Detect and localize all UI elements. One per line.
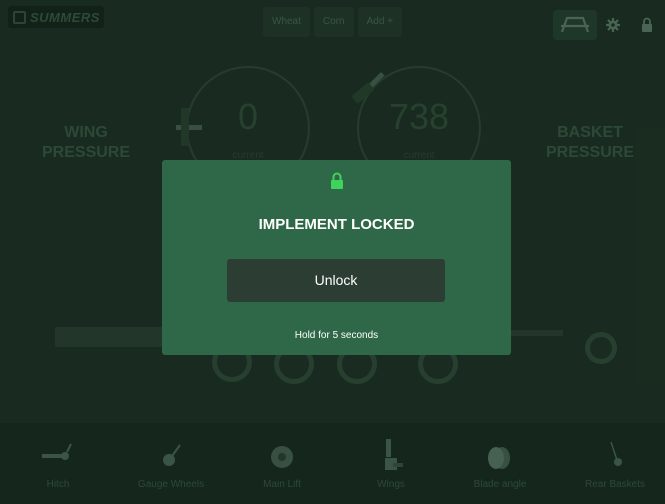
unlock-hint: Hold for 5 seconds [294,330,379,341]
lock-icon [330,172,343,189]
app-screen: SUMMERS Wheat Corn Add + WING PRESSURE B… [0,0,665,504]
implement-locked-dialog: IMPLEMENT LOCKED Unlock Hold for 5 secon… [162,160,511,355]
unlock-button[interactable]: Unlock [227,259,445,302]
modal-title: IMPLEMENT LOCKED [258,216,415,233]
